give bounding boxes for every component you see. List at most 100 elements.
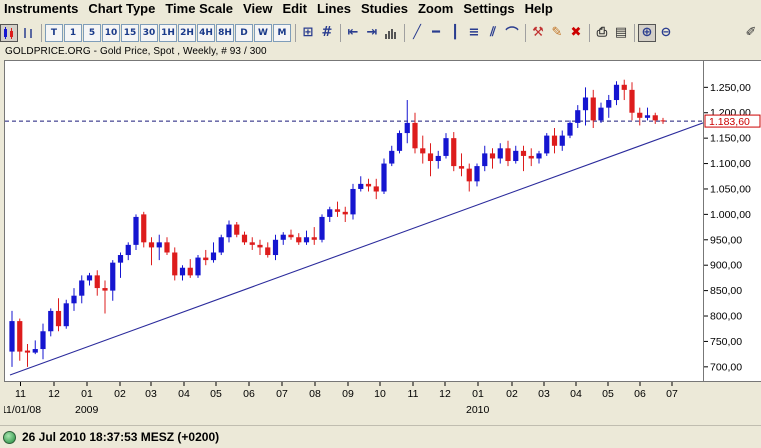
eraser-button[interactable]: ✎	[548, 24, 566, 42]
scroll-right-end-button[interactable]: ⇥	[363, 24, 381, 42]
candle-body	[582, 97, 589, 111]
object-tool-button[interactable]: ⚒	[529, 24, 547, 42]
channel-tool-button[interactable]: ⫽	[484, 24, 502, 42]
page-preview-icon: ▤	[614, 25, 628, 40]
trendline	[9, 122, 704, 376]
trendline-tool-button[interactable]: ╱	[408, 24, 426, 42]
status-datetime: 26 Jul 2010 18:37:53 MESZ (+0200)	[22, 430, 220, 444]
time-tick-label: 12	[48, 388, 60, 400]
timeframe-monthly-button[interactable]: M	[273, 23, 291, 42]
timeframe-tick-button[interactable]: T	[45, 23, 63, 42]
timeframe-daily-button[interactable]: D	[235, 23, 253, 42]
pin-button[interactable]: ✐	[742, 24, 760, 42]
candle-body	[358, 183, 364, 189]
menu-time-scale[interactable]: Time Scale	[160, 0, 238, 18]
time-tick-label: 09	[342, 388, 354, 400]
year-label: 2009	[75, 404, 99, 416]
time-tick-label: 02	[506, 388, 518, 400]
candle-body	[536, 153, 542, 159]
timeframe-2h-button[interactable]: 2H	[178, 23, 196, 42]
candle-body	[156, 242, 162, 248]
menu-studies[interactable]: Studies	[356, 0, 413, 18]
year-label: 11/01/08	[4, 404, 41, 416]
candle-body	[381, 163, 387, 192]
candle-body	[342, 211, 348, 215]
delete-icon: ✖	[570, 25, 582, 40]
timeframe-10m-button[interactable]: 10	[102, 23, 120, 42]
timeframe-weekly-button[interactable]: W	[254, 23, 272, 42]
candle-body	[497, 148, 503, 159]
zoom-in-button[interactable]: ⊕	[638, 23, 656, 42]
price-tick-label: 850,00	[710, 285, 742, 297]
menu-chart-type[interactable]: Chart Type	[83, 0, 160, 18]
chart-application: Instruments Chart Type Time Scale View E…	[0, 0, 761, 448]
candle-body	[24, 350, 31, 353]
menu-instruments[interactable]: Instruments	[0, 0, 83, 18]
candle-body	[102, 288, 108, 291]
delete-button[interactable]: ✖	[567, 24, 585, 42]
price-tick-label: 900,00	[710, 260, 742, 272]
bar-chart-button[interactable]	[19, 24, 37, 42]
menu-view[interactable]: View	[238, 0, 277, 18]
timeframe-1h-button[interactable]: 1H	[159, 23, 177, 42]
toolbar-separator	[525, 23, 526, 42]
timeframe-15m-button[interactable]: 15	[121, 23, 139, 42]
fibonacci-tool-button[interactable]: ≡	[465, 24, 483, 42]
timeframe-30m-button[interactable]: 30	[140, 23, 158, 42]
menu-bar: Instruments Chart Type Time Scale View E…	[0, 0, 761, 18]
toolbar-separator	[295, 23, 296, 42]
candle-body	[187, 267, 193, 276]
timeframe-1m-button[interactable]: 1	[64, 23, 82, 42]
grid-button[interactable]: #	[318, 24, 336, 42]
candle-body	[234, 224, 240, 235]
price-tick-label: 800,00	[710, 311, 742, 323]
candle-body	[652, 115, 658, 121]
zoom-out-button[interactable]: ⊖	[657, 24, 675, 42]
scroll-start-icon: ⇤	[347, 25, 359, 40]
candle-body	[373, 186, 379, 192]
timeframe-4h-button[interactable]: 4H	[197, 23, 215, 42]
time-tick-label: 11	[408, 388, 419, 400]
chart-title: GOLDPRICE.ORG - Gold Price, Spot , Weekl…	[5, 46, 267, 57]
price-axis[interactable]: 1.250,00 1.200,00 1.150,00 1.100,00 1.050,00…	[704, 60, 761, 382]
trendline-icon: ╱	[413, 25, 421, 40]
scroll-left-end-button[interactable]: ⇤	[344, 24, 362, 42]
toolbar-separator	[589, 23, 590, 42]
menu-lines[interactable]: Lines	[312, 0, 356, 18]
candle-body	[629, 89, 635, 113]
candle-body	[195, 257, 201, 276]
timeframe-8h-button[interactable]: 8H	[216, 23, 234, 42]
candle-body	[179, 267, 186, 276]
price-tick-label: 750,00	[710, 336, 742, 348]
candle-body	[226, 224, 232, 238]
candle-body	[660, 120, 666, 122]
status-bar: 26 Jul 2010 18:37:53 MESZ (+0200)	[0, 425, 761, 448]
print-button[interactable]: ⎙	[593, 24, 611, 42]
menu-settings[interactable]: Settings	[458, 0, 519, 18]
menu-edit[interactable]: Edit	[277, 0, 312, 18]
candle-body	[94, 275, 100, 289]
vertical-line-tool-button[interactable]: ┃	[446, 24, 464, 42]
menu-help[interactable]: Help	[520, 0, 558, 18]
volume-bars-icon	[385, 28, 396, 39]
volume-button[interactable]	[382, 24, 400, 42]
horizontal-line-tool-button[interactable]: ━	[427, 24, 445, 42]
time-axis-scale: 11 12 01 02 03 04 05 06 07 08 09 10 11 12 01 02 03 04 05 06…	[1, 382, 678, 416]
candle-body	[164, 242, 170, 253]
menu-zoom[interactable]: Zoom	[413, 0, 458, 18]
candle-body	[637, 112, 643, 118]
arc-tool-button[interactable]: ⌒	[503, 24, 521, 42]
candle-body	[644, 115, 651, 118]
zoom-out-icon: ⊖	[660, 25, 672, 40]
print-preview-button[interactable]: ▤	[612, 24, 630, 42]
candle-body	[9, 321, 15, 352]
timeframe-5m-button[interactable]: 5	[83, 23, 101, 42]
toolbar-separator	[404, 23, 405, 42]
time-axis[interactable]: 11 12 01 02 03 04 05 06 07 08 09 10 11 12 01 02 03 04 05 06…	[1, 382, 761, 420]
candlestick-chart-button[interactable]	[0, 23, 18, 42]
time-tick-label: 03	[538, 388, 550, 400]
plot-area[interactable]	[4, 60, 704, 382]
crosshair-button[interactable]: ⊞	[299, 24, 317, 42]
candle-body	[389, 150, 395, 164]
time-tick-label: 08	[309, 388, 321, 400]
